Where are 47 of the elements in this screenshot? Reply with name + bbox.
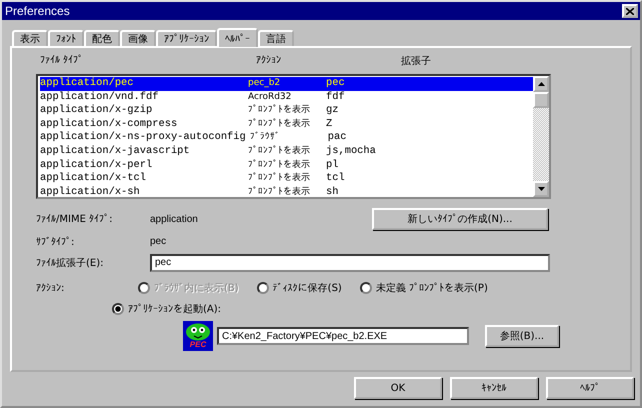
field-label: ｻﾌﾞﾀｲﾌﾟ: bbox=[36, 236, 76, 248]
scroll-up-button[interactable] bbox=[533, 76, 549, 92]
field-label: ﾌｧｲﾙ拡張子(E): bbox=[36, 256, 104, 270]
field-label: ﾌｧｲﾙ/MIME ﾀｲﾌﾟ: bbox=[36, 213, 114, 225]
extension-field[interactable]: pec bbox=[150, 254, 550, 272]
list-row[interactable]: application/x-perl ﾌﾟﾛﾝﾌﾟﾄを表示 pl bbox=[40, 158, 533, 172]
radio-option[interactable]: ﾃﾞｨｽｸに保存(S) bbox=[256, 280, 342, 294]
list-row[interactable]: application/x-sh ﾌﾟﾛﾝﾌﾟﾄを表示 sh bbox=[40, 186, 533, 200]
tab[interactable]: 言語 bbox=[258, 30, 294, 46]
tab[interactable]: ﾌｫﾝﾄ bbox=[48, 30, 84, 46]
field-label: ｱｸｼｮﾝ: bbox=[36, 282, 66, 294]
mime-type-value: application bbox=[150, 214, 199, 224]
close-button[interactable] bbox=[622, 4, 638, 18]
scroll-down-button[interactable] bbox=[533, 181, 549, 197]
tab[interactable]: ｱﾌﾟﾘｹｰｼｮﾝ bbox=[156, 30, 217, 46]
radio-option[interactable]: ｱﾌﾟﾘｹｰｼｮﾝを起動(A): bbox=[112, 302, 222, 316]
radio-button[interactable] bbox=[256, 282, 269, 294]
close-icon bbox=[626, 8, 634, 14]
tab[interactable]: 画像 bbox=[120, 30, 156, 46]
column-header: 拡張子 bbox=[401, 54, 431, 69]
down-arrow-icon bbox=[538, 187, 544, 191]
list-row[interactable]: application/x-compress ﾌﾟﾛﾝﾌﾟﾄを表示 Z bbox=[40, 118, 533, 132]
tab[interactable]: ﾍﾙﾊﾟｰ bbox=[217, 28, 258, 47]
column-header: ﾌｧｲﾙ ﾀｲﾌﾟ bbox=[39, 54, 84, 68]
up-arrow-icon bbox=[538, 82, 544, 86]
new-type-button[interactable]: 新しいﾀｲﾌﾟの作成(N)... bbox=[372, 208, 548, 230]
list-row[interactable]: application/pec pec_b2 pec bbox=[40, 77, 533, 91]
dialog-button[interactable]: ﾍﾙﾌﾟ bbox=[546, 377, 634, 399]
radio-button[interactable] bbox=[360, 282, 372, 294]
tab[interactable]: 表示 bbox=[12, 30, 48, 46]
browse-button[interactable]: 参照(B)... bbox=[485, 325, 559, 347]
window-title: Preferences bbox=[5, 4, 70, 18]
dialog-button[interactable]: ｷｬﾝｾﾙ bbox=[450, 377, 538, 399]
dialog-button[interactable]: OK bbox=[354, 377, 442, 399]
list-row[interactable]: application/x-tcl ﾌﾟﾛﾝﾌﾟﾄを表示 tcl bbox=[40, 172, 533, 186]
list-row[interactable]: application/x-ns-proxy-autoconfig ﾌﾞﾗｳｻﾞ pac bbox=[40, 131, 533, 145]
subtype-value: pec bbox=[150, 236, 168, 247]
radio-button[interactable] bbox=[112, 302, 124, 314]
column-header: ｱｸｼｮﾝ bbox=[256, 54, 282, 68]
application-path-field[interactable]: C:¥Ken2_Factory¥PEC¥pec_b2.EXE bbox=[217, 327, 469, 345]
scrollbar[interactable] bbox=[533, 76, 549, 197]
list-row[interactable]: application/vnd.fdf AcroRd32 fdf bbox=[40, 90, 533, 104]
app-icon: PEC bbox=[183, 321, 213, 351]
radio-option[interactable]: 未定義 ﾌﾟﾛﾝﾌﾟﾄを表示(P) bbox=[360, 280, 488, 294]
tab[interactable]: 配色 bbox=[84, 30, 120, 46]
list-row[interactable]: application/x-javascript ﾌﾟﾛﾝﾌﾟﾄを表示 js,mocha bbox=[40, 144, 533, 159]
list-row[interactable]: application/x-gzip ﾌﾟﾛﾝﾌﾟﾄを表示 gz bbox=[40, 104, 533, 118]
